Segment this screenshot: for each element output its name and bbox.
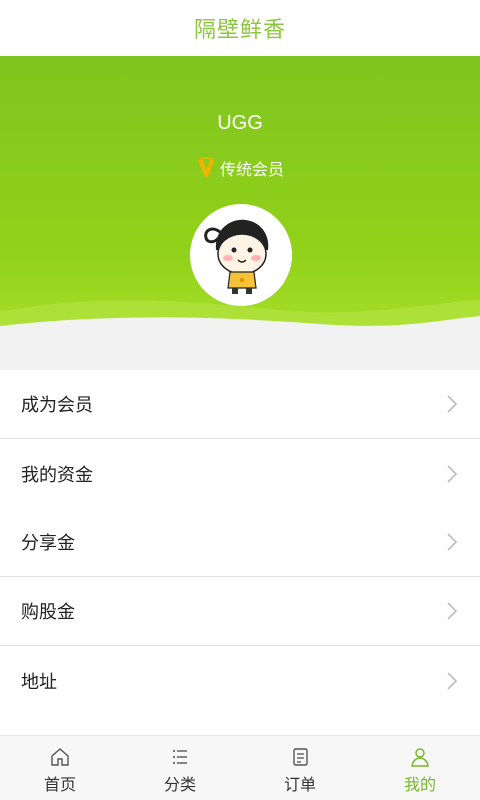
- tab-label: 我的: [403, 775, 436, 794]
- menu-item-share-funds[interactable]: 分享金: [0, 508, 480, 577]
- tab-label: 订单: [283, 775, 316, 794]
- username: UGG: [217, 112, 263, 134]
- menu-item-become-member[interactable]: 成为会员: [0, 370, 480, 439]
- menu-item-address[interactable]: 地址: [0, 646, 480, 715]
- menu-item-label: 购股金: [21, 602, 75, 623]
- profile-hero: UGG 传统会员: [0, 56, 480, 342]
- member-level: 传统会员: [0, 156, 480, 180]
- user-icon: [411, 748, 429, 767]
- tab-label: 分类: [163, 775, 196, 794]
- tab-orders[interactable]: 订单: [240, 736, 360, 800]
- list-icon: [173, 750, 187, 764]
- tab-label: 首页: [43, 775, 76, 794]
- app-header: 隔壁鲜香: [0, 0, 480, 56]
- chevron-right-icon: [447, 395, 458, 413]
- menu-item-my-funds[interactable]: 我的资金: [0, 439, 480, 508]
- menu-item-label: 分享金: [21, 533, 75, 554]
- home-icon: [51, 748, 69, 766]
- section-gap: [0, 342, 480, 370]
- menu-item-label: 我的资金: [21, 464, 93, 486]
- bottom-tab-bar: 首页 分类 订单 我的: [0, 735, 480, 800]
- order-icon: [293, 748, 308, 766]
- menu-item-label: 成为会员: [21, 395, 93, 416]
- chevron-right-icon: [447, 533, 458, 551]
- tab-mine[interactable]: 我的: [360, 736, 480, 800]
- member-label: 传统会员: [219, 160, 284, 179]
- menu-tail: [0, 715, 480, 735]
- tab-category[interactable]: 分类: [120, 736, 240, 800]
- chevron-right-icon: [447, 602, 458, 620]
- chevron-right-icon: [447, 464, 458, 483]
- hero-wave: [0, 300, 480, 342]
- app-title: 隔壁鲜香: [193, 18, 286, 43]
- chevron-right-icon: [447, 671, 458, 690]
- account-menu: 成为会员 我的资金 分享金 购股金 地址: [0, 370, 480, 715]
- v-badge-icon: [197, 157, 214, 177]
- tab-home[interactable]: 首页: [0, 736, 120, 800]
- menu-item-label: 地址: [21, 671, 57, 693]
- menu-item-share-purchase[interactable]: 购股金: [0, 577, 480, 646]
